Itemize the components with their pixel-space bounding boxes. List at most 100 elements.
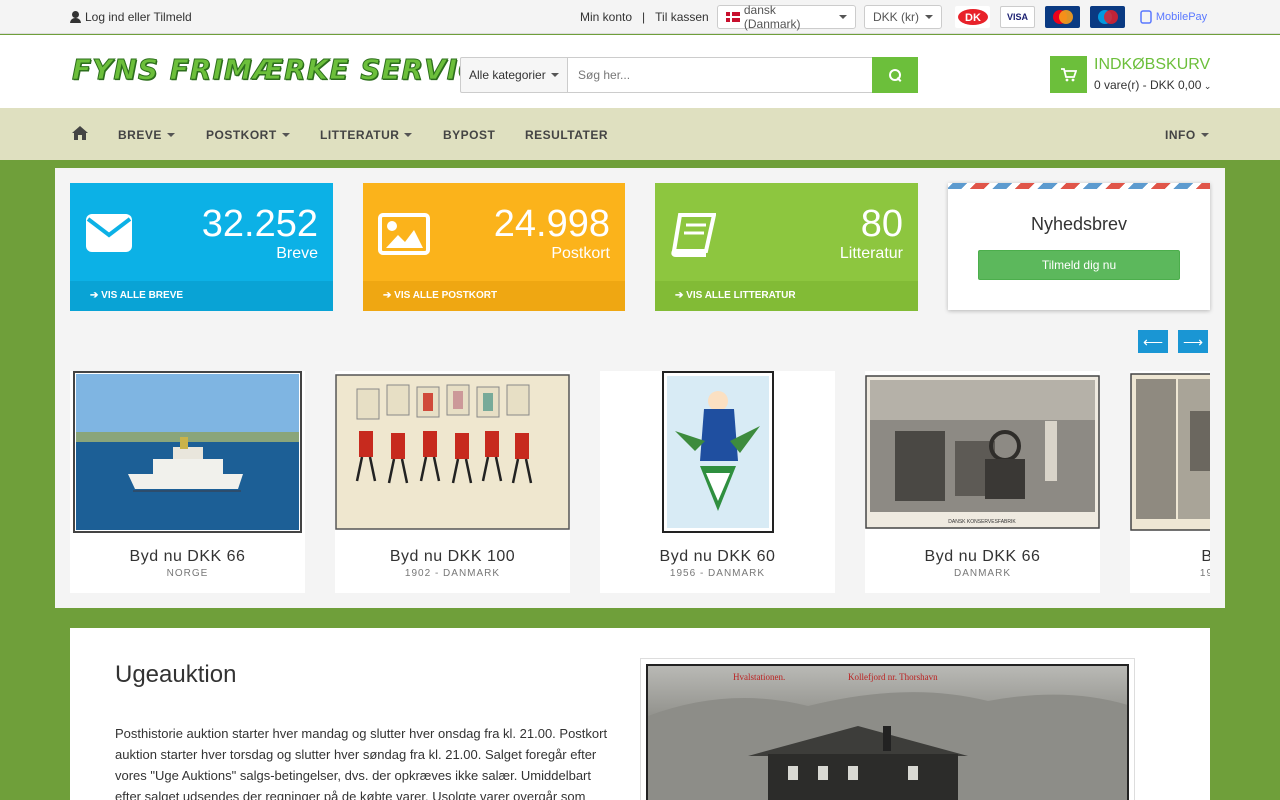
section-text: Posthistorie auktion starter hver mandag… <box>115 726 608 800</box>
arrow-right-icon: ➔ <box>383 290 395 301</box>
top-bar: Log ind eller Tilmeld Min konto | Til ka… <box>0 0 1280 34</box>
weekly-auction-section: Ugeauktion Posthistorie auktion starter … <box>70 628 1210 800</box>
language-label: dansk (Danmark) <box>743 3 801 31</box>
newsletter-box: Nyhedsbrev Tilmeld dig nu <box>948 183 1210 310</box>
view-all-link[interactable]: ➔ VIS ALLE BREVE <box>70 281 333 311</box>
site-header: FYNS FRIMÆRKE SERVICE Alle kategorier IN… <box>0 35 1280 108</box>
airmail-stripe <box>948 183 1210 189</box>
product-card[interactable]: Byd nu DKK 100 1902 - DANMARK <box>335 371 570 593</box>
chevron-down-icon <box>925 15 933 19</box>
stat-label: Postkort <box>551 245 610 262</box>
search-icon <box>889 69 901 81</box>
stat-litteratur[interactable]: 80 Litteratur ➔ VIS ALLE LITTERATUR <box>655 183 918 311</box>
product-price: Byd nu DKK <box>1201 548 1210 565</box>
account-links: Min konto | Til kassen <box>580 10 709 24</box>
home-icon[interactable] <box>72 126 88 140</box>
nav-item-postkort[interactable]: POSTKORT <box>206 128 290 142</box>
product-price: Byd nu DKK 66 <box>924 548 1041 565</box>
currency-select[interactable]: DKK (kr) <box>864 5 942 29</box>
envelope-icon <box>86 214 132 252</box>
visa-icon: VISA <box>1000 6 1035 28</box>
site-logo[interactable]: FYNS FRIMÆRKE SERVICE <box>72 53 500 87</box>
main-nav: BREVE POSTKORT LITTERATUR BYPOST RESULTA… <box>0 108 1280 160</box>
stat-label: Litteratur <box>839 245 903 262</box>
nav-item-info[interactable]: INFO <box>1165 128 1209 142</box>
product-price: Byd nu DKK 100 <box>389 548 516 565</box>
product-carousel: Byd nu DKK 66 NORGE Byd nu DKK 100 1902 … <box>70 371 1210 593</box>
arrow-right-icon: ⟶ <box>1182 333 1204 350</box>
newsletter-title: Nyhedsbrev <box>1030 214 1128 234</box>
chevron-down-icon: ⌄ <box>1201 81 1212 91</box>
search-button[interactable] <box>872 57 918 93</box>
product-meta: DANMARK <box>953 568 1011 579</box>
currency-label: DKK (kr) <box>873 10 919 24</box>
arrow-right-icon: ➔ <box>675 290 687 301</box>
product-meta: NORGE <box>166 568 209 579</box>
arrow-left-icon: ⟵ <box>1142 333 1164 350</box>
nav-item-resultater[interactable]: RESULTATER <box>525 128 608 142</box>
carousel-prev-button[interactable]: ⟵ <box>1138 330 1168 353</box>
product-meta: 1902 - DANMARK <box>1199 568 1210 579</box>
arrow-right-icon: ➔ <box>90 290 102 301</box>
book-icon <box>671 213 716 257</box>
login-link[interactable]: Log ind eller Tilmeld <box>70 10 192 24</box>
product-card[interactable]: Byd nu DKK 60 1956 - DANMARK <box>600 371 835 593</box>
product-image[interactable] <box>1130 371 1210 533</box>
stat-count: 32.252 <box>201 203 318 245</box>
chevron-down-icon <box>281 133 290 137</box>
chevron-down-icon <box>551 73 559 77</box>
product-card[interactable]: DANSK KONSERVESFABRIK Byd nu DKK 66 DANM… <box>865 371 1100 593</box>
product-meta: 1956 - DANMARK <box>669 568 766 579</box>
dankort-icon: DK <box>955 6 990 28</box>
product-image[interactable] <box>335 371 570 533</box>
product-image[interactable]: DANSK KONSERVESFABRIK <box>865 371 1100 533</box>
language-select[interactable]: dansk (Danmark) <box>717 3 856 31</box>
product-image[interactable] <box>70 371 305 533</box>
search-input[interactable] <box>568 57 873 93</box>
link-separator: | <box>642 10 646 24</box>
product-meta: 1902 - DANMARK <box>404 568 501 579</box>
section-title: Ugeauktion <box>115 661 237 688</box>
category-select-label: Alle kategorier <box>469 68 546 82</box>
view-all-link[interactable]: ➔ VIS ALLE POSTKORT <box>363 281 625 311</box>
svg-text:DK: DK <box>965 12 981 24</box>
product-card[interactable]: Byd nu DKK 1902 - DANMARK <box>1130 371 1210 593</box>
cart-summary[interactable]: 0 vare(r) - DKK 0,00 ⌄ <box>1094 78 1211 92</box>
maestro-icon <box>1090 6 1125 28</box>
carousel-next-button[interactable]: ⟶ <box>1178 330 1208 353</box>
image-icon <box>378 213 430 255</box>
user-icon <box>70 11 81 23</box>
nav-item-breve[interactable]: BREVE <box>118 128 175 142</box>
my-account-link[interactable]: Min konto <box>580 10 632 24</box>
view-all-link[interactable]: ➔ VIS ALLE LITTERATUR <box>655 281 918 311</box>
mobilepay-icon: MobilePay <box>1135 6 1211 28</box>
chevron-down-icon <box>839 15 847 19</box>
product-price: Byd nu DKK 60 <box>659 548 776 565</box>
product-image[interactable] <box>600 371 835 533</box>
product-card[interactable]: Byd nu DKK 66 NORGE <box>70 371 305 593</box>
stat-breve[interactable]: 32.252 Breve ➔ VIS ALLE BREVE <box>70 183 333 311</box>
stat-label: Breve <box>276 245 318 262</box>
product-price: Byd nu DKK 66 <box>129 548 246 565</box>
chevron-down-icon <box>166 133 175 137</box>
stat-postkort[interactable]: 24.998 Postkort ➔ VIS ALLE POSTKORT <box>363 183 625 311</box>
stat-count: 24.998 <box>493 203 610 245</box>
nav-item-bypost[interactable]: BYPOST <box>443 128 495 142</box>
cart-icon <box>1060 67 1077 81</box>
checkout-link[interactable]: Til kassen <box>655 10 709 24</box>
newsletter-signup-button[interactable]: Tilmeld dig nu <box>978 250 1180 280</box>
featured-image[interactable]: Hvalstationen. Kollefjord nr. Thorshavn <box>640 658 1135 800</box>
nav-item-litteratur[interactable]: LITTERATUR <box>320 128 413 142</box>
danish-flag-icon <box>726 12 740 22</box>
chevron-down-icon <box>1200 133 1209 137</box>
main-content: 32.252 Breve ➔ VIS ALLE BREVE 24.998 Pos… <box>55 168 1225 608</box>
svg-text:DANSK KONSERVESFABRIK: DANSK KONSERVESFABRIK <box>948 519 1016 525</box>
chevron-down-icon <box>404 133 413 137</box>
cart-title[interactable]: INDKØBSKURV <box>1094 56 1210 74</box>
featured-photo: Hvalstationen. Kollefjord nr. Thorshavn <box>646 664 1129 800</box>
category-select[interactable]: Alle kategorier <box>460 57 568 93</box>
mastercard-icon <box>1045 6 1080 28</box>
cart-button[interactable] <box>1050 56 1087 93</box>
stat-count: 80 <box>860 203 903 245</box>
login-label: Log ind eller Tilmeld <box>85 10 192 24</box>
